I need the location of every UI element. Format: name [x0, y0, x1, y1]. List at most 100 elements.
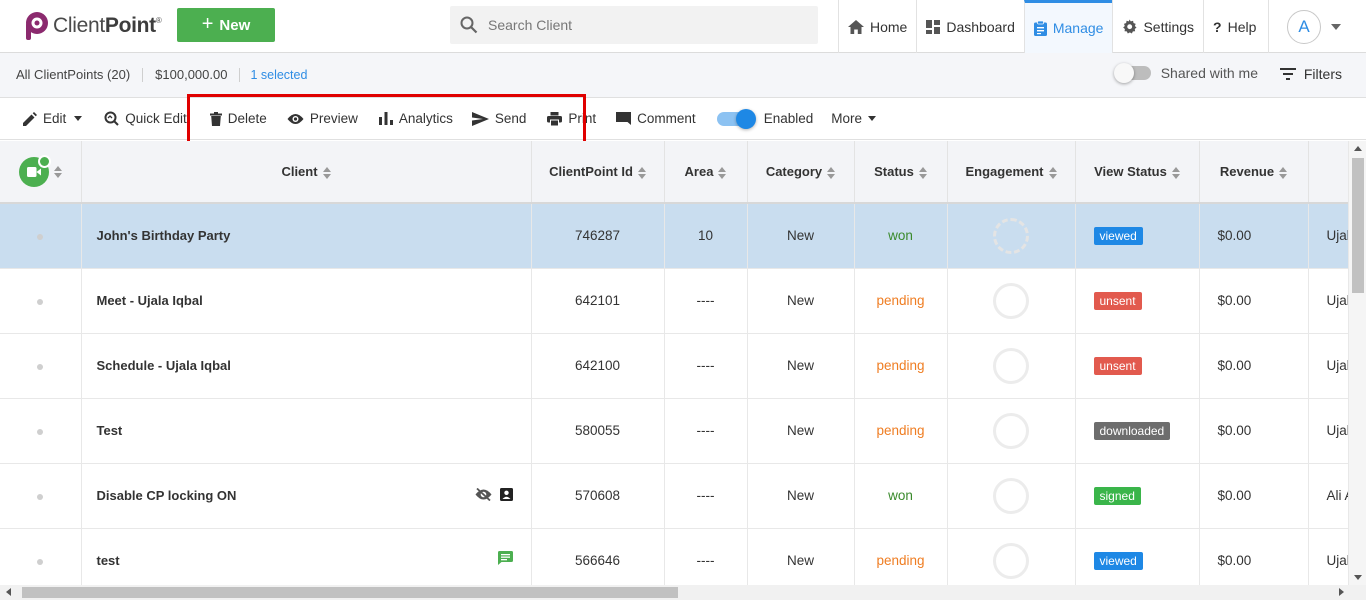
- vertical-scrollbar-thumb[interactable]: [1352, 158, 1364, 293]
- client-name[interactable]: Test: [81, 398, 532, 464]
- sort-icon[interactable]: [1048, 166, 1057, 179]
- scroll-up-arrow[interactable]: [1354, 146, 1362, 151]
- video-camera-icon[interactable]: [18, 154, 51, 187]
- sort-icon[interactable]: [53, 165, 62, 178]
- row-indicator-dot: [37, 559, 44, 565]
- row-indicator-dot: [37, 494, 44, 500]
- sort-icon[interactable]: [1171, 166, 1180, 179]
- table-row[interactable]: Disable CP locking ON 570608 ---- New wo…: [0, 463, 1348, 529]
- selected-count[interactable]: 1 selected: [240, 68, 319, 82]
- question-icon: ?: [1213, 18, 1222, 35]
- avatar[interactable]: A: [1287, 9, 1321, 44]
- column-header-clientpoint-id[interactable]: ClientPoint Id: [531, 141, 665, 204]
- column-header-area[interactable]: Area: [664, 141, 748, 204]
- status: pending: [854, 333, 948, 399]
- table-row[interactable]: Test 580055 ---- New pending downloaded …: [0, 398, 1348, 464]
- clientpoint-id: 642101: [531, 268, 665, 334]
- table-row[interactable]: Schedule - Ujala Iqbal 642100 ---- New p…: [0, 333, 1348, 399]
- sort-icon[interactable]: [827, 166, 836, 179]
- column-header-status[interactable]: Status: [854, 141, 948, 204]
- nav-manage[interactable]: Manage: [1023, 0, 1113, 53]
- chevron-down-icon[interactable]: [1331, 23, 1341, 30]
- client-name[interactable]: Meet - Ujala Iqbal: [81, 268, 532, 334]
- status: pending: [854, 528, 948, 585]
- sort-icon[interactable]: [1279, 166, 1288, 179]
- enabled-toggle[interactable]: Enabled: [716, 98, 813, 140]
- row-indicator-dot: [37, 234, 44, 241]
- client-name[interactable]: test: [97, 553, 120, 568]
- horizontal-scrollbar-thumb[interactable]: [22, 587, 678, 598]
- sort-icon[interactable]: [918, 166, 927, 179]
- nav-dashboard[interactable]: Dashboard: [916, 0, 1024, 53]
- sort-icon[interactable]: [637, 166, 646, 179]
- clientpoint-id: 746287: [531, 203, 665, 269]
- table-row[interactable]: John's Birthday Party 746287 10 New won …: [0, 203, 1348, 269]
- new-button[interactable]: + New: [177, 8, 275, 42]
- revenue: $0.00: [1199, 333, 1309, 399]
- nav-settings[interactable]: Settings: [1112, 0, 1203, 53]
- contact-card-icon[interactable]: [499, 487, 513, 501]
- vertical-scrollbar[interactable]: [1348, 141, 1366, 585]
- client-name-cell[interactable]: Disable CP locking ON: [81, 463, 532, 529]
- row-select-cell[interactable]: [0, 398, 82, 464]
- sort-icon[interactable]: [322, 166, 331, 179]
- user-menu[interactable]: A: [1268, 0, 1366, 53]
- nav-home[interactable]: Home: [838, 0, 916, 53]
- column-header-meeting[interactable]: [0, 141, 82, 204]
- engagement-cell: [947, 528, 1076, 585]
- horizontal-scrollbar[interactable]: [0, 585, 1366, 600]
- owner: Ujal: [1308, 268, 1348, 334]
- row-select-cell[interactable]: [0, 333, 82, 399]
- quick-edit-button[interactable]: Quick Edit: [104, 98, 187, 140]
- comment-button[interactable]: Comment: [616, 98, 696, 140]
- quick-edit-label: Quick Edit: [125, 111, 187, 126]
- client-name-cell[interactable]: test: [81, 528, 532, 585]
- sort-icon[interactable]: [718, 166, 727, 179]
- area: ----: [664, 463, 748, 529]
- column-header-owner[interactable]: [1308, 141, 1348, 204]
- column-header-view-status[interactable]: View Status: [1075, 141, 1200, 204]
- view-status-badge: unsent: [1093, 356, 1142, 375]
- table-row[interactable]: test 566646 ---- New pending viewed $0.0…: [0, 528, 1348, 585]
- shared-with-me-toggle[interactable]: Shared with me: [1113, 63, 1258, 83]
- clientpoints-table: Client ClientPoint Id Area Category Stat…: [0, 141, 1348, 585]
- scroll-right-arrow[interactable]: [1339, 588, 1344, 596]
- shared-toggle-switch[interactable]: [1113, 63, 1151, 83]
- nav-dashboard-label: Dashboard: [946, 18, 1015, 35]
- engagement-ring: [993, 282, 1029, 319]
- column-header-engagement[interactable]: Engagement: [947, 141, 1076, 204]
- row-select-cell[interactable]: [0, 268, 82, 334]
- nav-manage-label: Manage: [1052, 20, 1104, 36]
- nav-help[interactable]: ? Help: [1203, 0, 1265, 53]
- search-icon: [460, 16, 478, 34]
- row-select-cell[interactable]: [0, 203, 82, 269]
- row-select-cell[interactable]: [0, 463, 82, 529]
- more-dropdown[interactable]: More: [831, 98, 876, 140]
- chat-icon[interactable]: [497, 550, 513, 565]
- area: ----: [664, 268, 748, 334]
- category: New: [747, 268, 855, 334]
- row-select-cell[interactable]: [0, 528, 82, 585]
- owner: Ujal: [1308, 398, 1348, 464]
- table-row[interactable]: Meet - Ujala Iqbal 642101 ---- New pendi…: [0, 268, 1348, 334]
- edit-button[interactable]: Edit: [23, 98, 83, 140]
- column-header-revenue[interactable]: Revenue: [1199, 141, 1309, 204]
- revenue: $0.00: [1199, 268, 1309, 334]
- pencil-icon: [23, 111, 37, 126]
- eye-slash-icon[interactable]: [475, 487, 492, 501]
- search-input[interactable]: [488, 17, 788, 33]
- client-name[interactable]: Disable CP locking ON: [97, 488, 237, 503]
- view-status-badge: signed: [1093, 486, 1141, 505]
- filters-button[interactable]: Filters: [1279, 66, 1342, 82]
- clientpoint-logo[interactable]: ClientPoint®: [24, 11, 162, 41]
- scroll-left-arrow[interactable]: [6, 588, 11, 596]
- view-status-cell: viewed: [1075, 203, 1200, 269]
- client-name[interactable]: John's Birthday Party: [81, 203, 532, 269]
- enabled-toggle-switch[interactable]: [716, 108, 756, 129]
- scroll-down-arrow[interactable]: [1354, 575, 1362, 580]
- column-header-client[interactable]: Client: [81, 141, 532, 204]
- table-header-row: Client ClientPoint Id Area Category Stat…: [0, 141, 1348, 204]
- column-header-category[interactable]: Category: [747, 141, 855, 204]
- client-name[interactable]: Schedule - Ujala Iqbal: [81, 333, 532, 399]
- client-row-icons: [497, 550, 513, 565]
